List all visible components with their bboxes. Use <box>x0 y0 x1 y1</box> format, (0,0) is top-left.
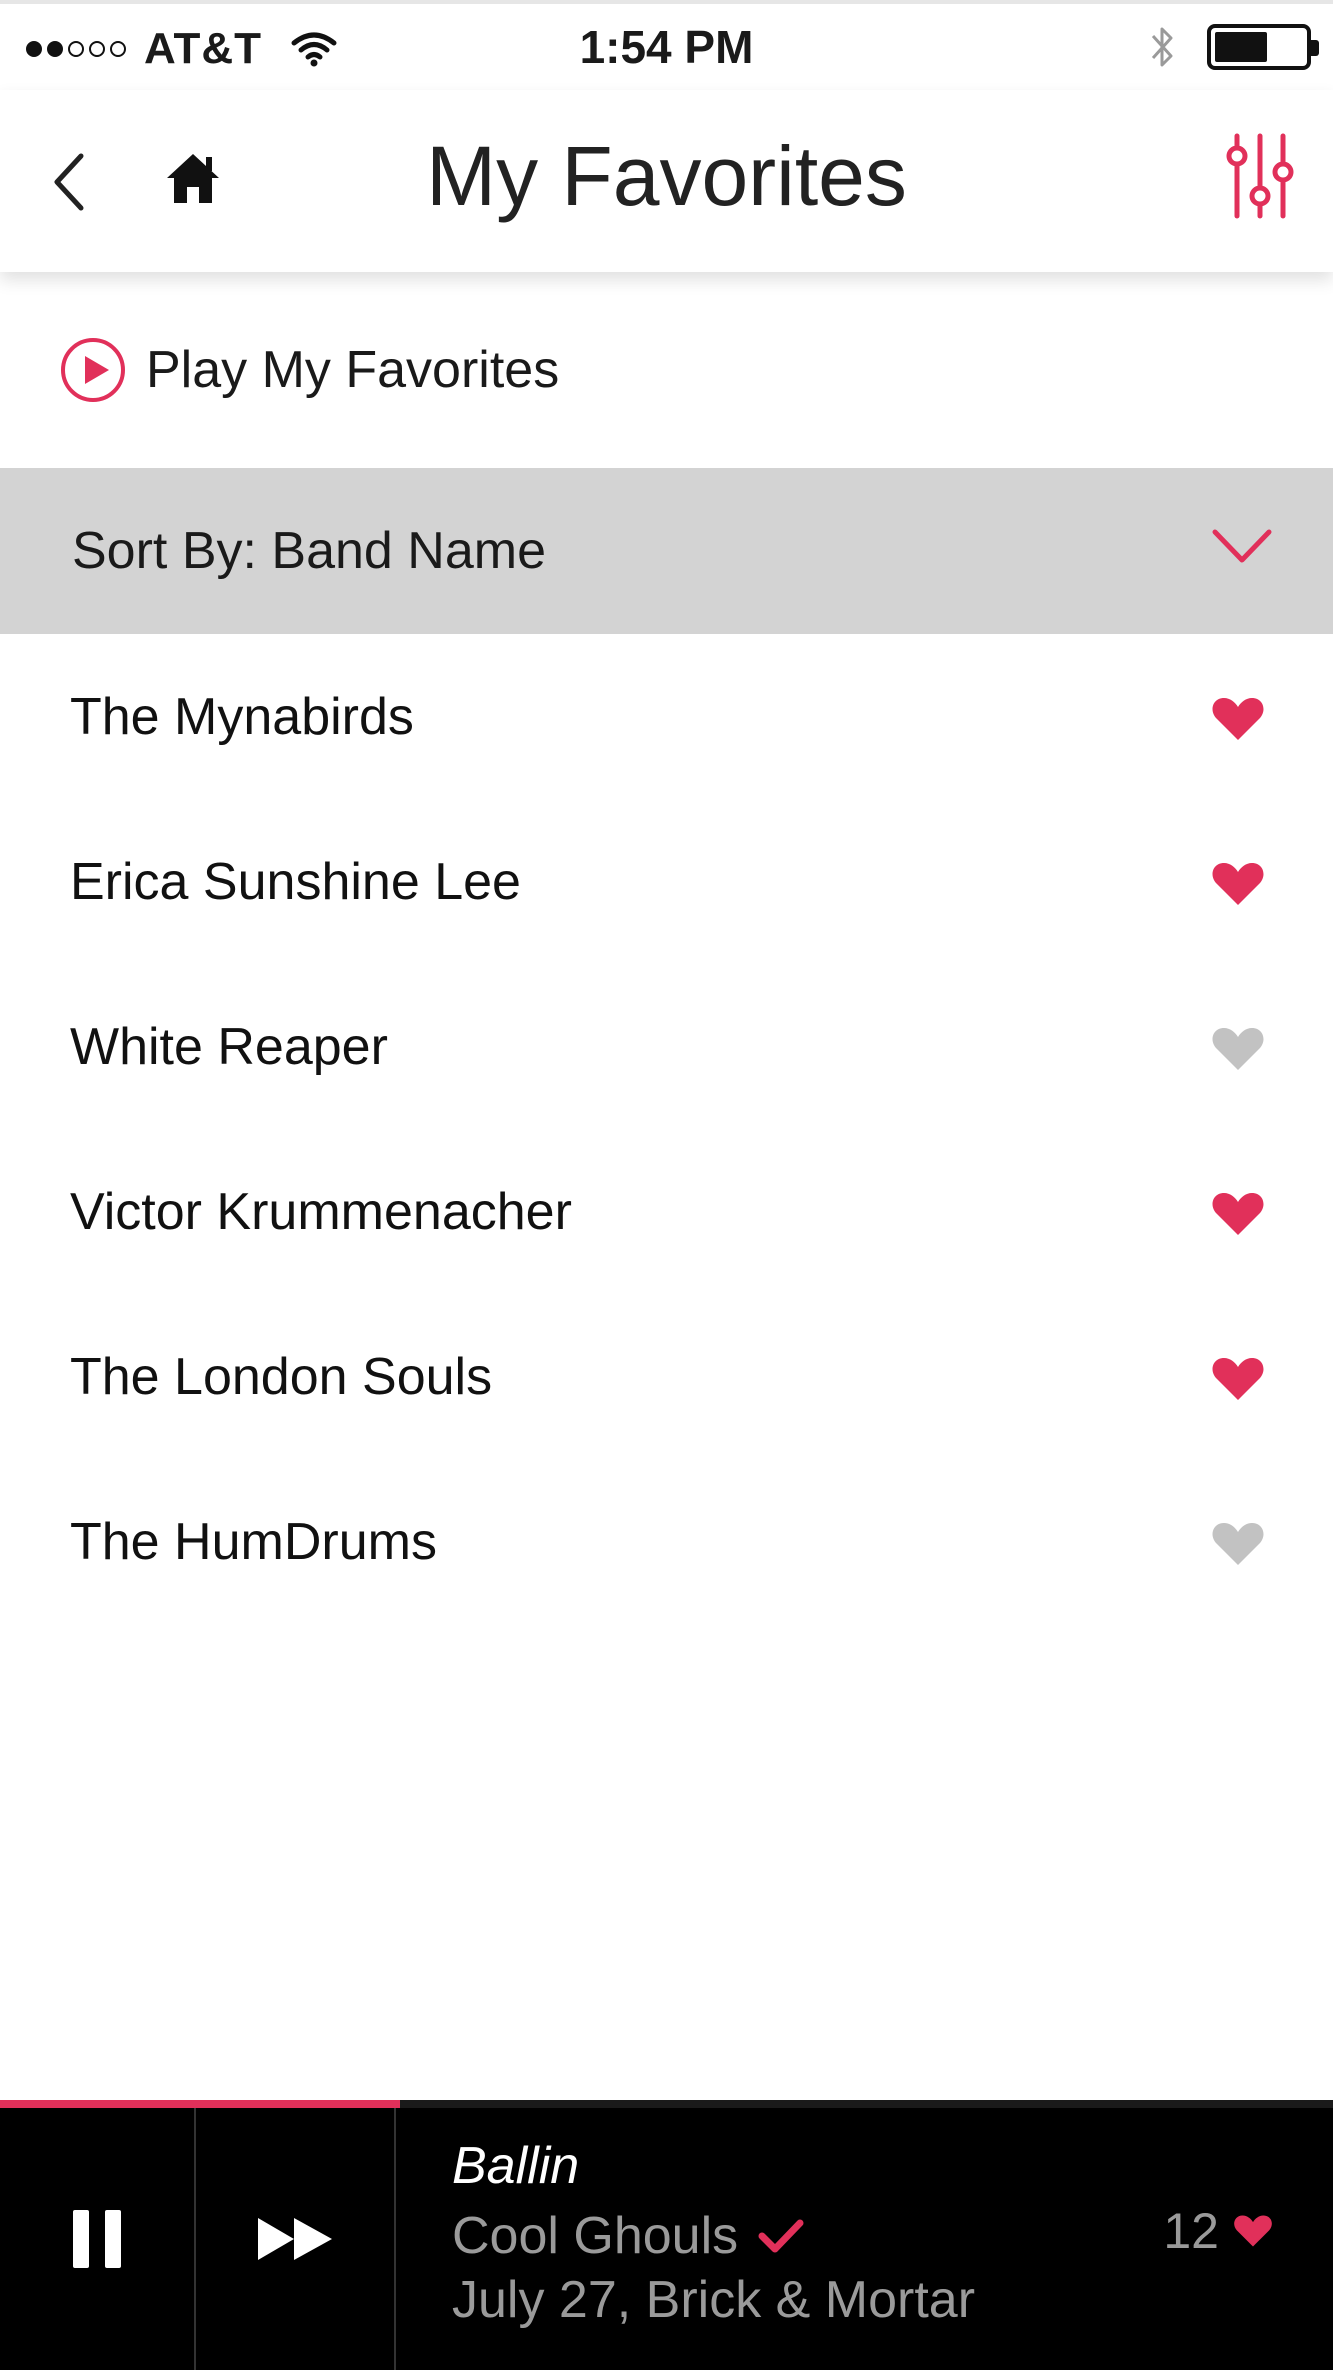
heart-outline-icon[interactable] <box>1211 1026 1265 1072</box>
track-event: July 27, Brick & Mortar <box>452 2271 976 2329</box>
list-item[interactable]: The London Souls <box>0 1294 1333 1459</box>
band-name: The London Souls <box>70 1347 493 1406</box>
play-circle-icon <box>61 338 125 402</box>
sliders-icon <box>1226 133 1294 219</box>
nav-header: My Favorites <box>0 90 1333 272</box>
favorites-list: The Mynabirds Erica Sunshine Lee White Rea… <box>0 634 1333 1624</box>
list-item[interactable]: White Reaper <box>0 964 1333 1129</box>
progress-bar[interactable] <box>0 2100 1333 2108</box>
heart-filled-icon[interactable] <box>1211 861 1265 907</box>
fast-forward-icon <box>258 2218 332 2260</box>
band-name: The HumDrums <box>70 1512 437 1571</box>
progress-fill <box>0 2100 400 2108</box>
band-name: Victor Krummenacher <box>70 1182 572 1241</box>
bluetooth-icon <box>1151 27 1173 67</box>
now-playing-bar: Ballin Cool Ghouls July 27, Brick & Mort… <box>0 2100 1333 2370</box>
pause-icon <box>73 2210 121 2268</box>
list-item[interactable]: The HumDrums <box>0 1459 1333 1624</box>
chevron-down-icon <box>1212 529 1272 563</box>
heart-icon <box>1234 2215 1272 2247</box>
list-item[interactable]: The Mynabirds <box>0 634 1333 799</box>
heart-outline-icon[interactable] <box>1211 1521 1265 1567</box>
list-item[interactable]: Victor Krummenacher <box>0 1129 1333 1294</box>
checkmark-icon <box>758 2219 804 2253</box>
battery-icon <box>1207 24 1319 70</box>
sort-dropdown[interactable]: Sort By: Band Name <box>0 468 1333 634</box>
track-band-row: Cool Ghouls <box>452 2202 975 2270</box>
sort-label: Sort By: Band Name <box>72 522 546 580</box>
next-button[interactable] <box>196 2108 396 2370</box>
like-count: 12 <box>1163 2203 1219 2259</box>
heart-filled-icon[interactable] <box>1211 1356 1265 1402</box>
filter-button[interactable] <box>1225 132 1295 220</box>
status-time: 1:54 PM <box>579 21 754 73</box>
play-favorites-label: Play My Favorites <box>146 341 560 399</box>
list-item[interactable]: Erica Sunshine Lee <box>0 799 1333 964</box>
status-bar: AT&T 1:54 PM <box>0 0 1333 90</box>
heart-filled-icon[interactable] <box>1211 1191 1265 1237</box>
page-title: My Favorites <box>426 129 907 223</box>
pause-button[interactable] <box>0 2108 196 2370</box>
play-favorites-button[interactable]: Play My Favorites <box>0 272 1333 468</box>
band-name: Erica Sunshine Lee <box>70 852 521 911</box>
status-right <box>1149 22 1319 72</box>
track-info[interactable]: Ballin Cool Ghouls July 27, Brick & Mort… <box>452 2136 975 2336</box>
track-band: Cool Ghouls <box>452 2207 739 2265</box>
battery-level <box>1215 32 1267 62</box>
track-title: Ballin <box>452 2137 580 2195</box>
like-count-button[interactable]: 12 <box>1163 2202 1273 2260</box>
heart-filled-icon[interactable] <box>1211 696 1265 742</box>
band-name: The Mynabirds <box>70 687 414 746</box>
band-name: White Reaper <box>70 1017 388 1076</box>
